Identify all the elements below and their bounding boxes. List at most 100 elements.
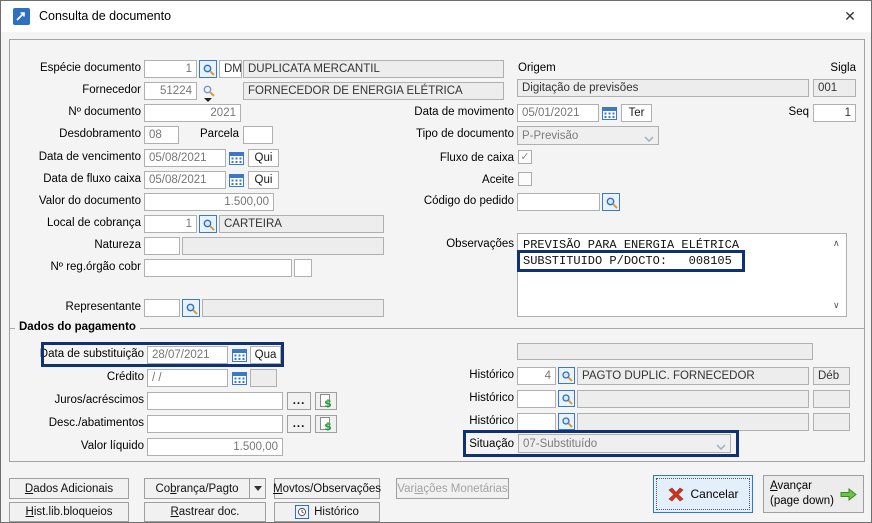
label-reg-orgao: Nº reg.órgão cobr [50,261,142,273]
fornecedor-desc-field: FORNECEDOR DE ENERGIA ELÉTRICA [243,82,504,100]
descontos-field[interactable] [147,415,283,433]
historico-1-desc-field: PAGTO DUPLIC. FORNECEDOR [577,367,809,385]
cancel-x-icon [668,487,684,501]
historico-button-label: Histórico [314,506,359,518]
avancar-line1: Avançar [770,480,812,493]
avancar-button-label: Avançar (page down) [770,479,834,509]
natureza-desc-field [182,237,384,255]
label-historico-3: Histórico [469,415,514,427]
representante-lookup-button[interactable] [182,299,200,317]
local-cobranca-lookup-button[interactable] [199,215,217,233]
descontos-more-button[interactable]: ... [287,415,311,433]
label-data-vencimento: Data de vencimento [38,151,141,163]
observacoes-scroll-down-icon[interactable]: ∨ [833,301,840,310]
data-substituicao-field[interactable]: 28/07/2021 [147,346,228,364]
label-seq: Seq [788,106,809,118]
reg-orgao-field[interactable] [144,259,292,277]
seq-field[interactable]: 1 [813,104,856,122]
codigo-pedido-lookup-button[interactable] [602,193,620,211]
label-local-cobranca: Local de cobrança [47,217,141,229]
natureza-code-field[interactable] [144,237,180,255]
data-fluxo-caixa-dow-box: Qui [248,171,279,189]
calendar-icon [231,372,247,385]
calendar-icon [228,152,244,165]
label-historico-2: Histórico [469,392,514,404]
local-cobranca-code-field[interactable]: 1 [144,215,197,233]
fluxo-de-caixa-checkbox[interactable]: ✓ [518,150,532,164]
especie-code-field[interactable]: 1 [144,60,197,78]
reg-orgao-extra-field[interactable] [294,259,312,277]
tipo-documento-value: P-Previsão [522,129,579,142]
historico-button[interactable]: Histórico [274,502,380,522]
representante-code-field[interactable] [144,299,180,317]
label-natureza: Natureza [94,239,141,251]
historico-1-code-field[interactable]: 4 [517,367,556,385]
codigo-pedido-field[interactable] [517,193,600,211]
cobranca-pagto-button[interactable]: Co b rança/Pagto [144,478,250,499]
local-cobranca-desc-field: CARTEIRA [219,215,384,233]
credito-calendar-button[interactable] [230,369,248,387]
data-vencimento-field[interactable]: 05/08/2021 [144,149,226,167]
valor-liquido-field[interactable]: 1.500,00 [147,438,283,456]
data-vencimento-calendar-button[interactable] [227,149,245,167]
label-credito: Crédito [106,371,144,383]
historico-3-tipo-field [813,413,850,431]
tipo-documento-dropdown[interactable]: P-Previsão [517,126,659,145]
situacao-value: 07-Substituído [523,437,598,450]
descontos-money-button[interactable]: $ [315,415,337,433]
data-substituicao-calendar-button[interactable] [230,346,248,364]
cobranca-pagto-dropdown-button[interactable] [249,478,266,499]
close-icon[interactable]: ✕ [837,6,863,27]
fornecedor-dropdown-arrow-icon[interactable] [204,98,212,102]
ellipsis-label: ... [292,395,306,407]
representante-desc-field [202,299,384,317]
situacao-dropdown[interactable]: 07-Substituído [518,434,731,453]
aceite-checkbox[interactable] [518,172,532,186]
historico-1-lookup-button[interactable] [558,367,575,384]
svg-text:$: $ [324,420,332,431]
historico-3-lookup-button[interactable] [558,413,575,430]
label-situacao: Situação [469,438,514,450]
search-icon [203,64,215,76]
especie-lookup-button[interactable] [199,60,217,78]
cancelar-button-label: Cancelar [690,487,739,501]
data-fluxo-caixa-field[interactable]: 05/08/2021 [144,171,226,189]
search-icon [186,303,198,315]
juros-field[interactable] [147,392,283,410]
credito-field[interactable]: / / [147,369,228,387]
label-origem: Origem [518,62,556,74]
juros-money-button[interactable]: $ [315,392,337,410]
fornecedor-lookup-button[interactable] [199,81,217,99]
juros-more-button[interactable]: ... [287,392,311,410]
search-icon [561,370,573,382]
especie-sigla-field[interactable]: DM [219,60,242,78]
sigla-field: 001 [813,79,856,97]
avancar-button[interactable]: Avançar (page down) [763,475,864,513]
observacoes-scroll-up-icon[interactable]: ∧ [833,239,840,248]
data-fluxo-caixa-calendar-button[interactable] [227,171,245,189]
label-valor-liquido: Valor líquido [80,440,144,452]
ellipsis-label: ... [292,418,306,430]
label-representante: Representante [65,301,141,313]
movtos-observacoes-button[interactable]: Movtos/Observações [273,478,381,499]
label-observacoes: Observações [446,238,514,250]
fornecedor-code-field[interactable]: 51224 [144,82,197,100]
data-vencimento-dow-box: Qui [248,149,279,167]
valor-documento-field[interactable]: 1.500,00 [144,193,274,211]
historico-3-code-field[interactable] [517,413,556,431]
data-movimento-calendar-button[interactable] [600,104,618,122]
search-icon [561,393,573,405]
historico-2-lookup-button[interactable] [558,390,575,407]
data-movimento-field[interactable]: 05/01/2021 [517,104,599,122]
dados-adicionais-button[interactable]: Dados Adicionais [9,478,129,499]
num-documento-field[interactable]: 2021 [144,104,241,122]
hist-lib-bloqueios-button[interactable]: Hist.lib.bloqueios [9,502,129,522]
app-icon [13,8,30,25]
cancelar-button[interactable]: Cancelar [653,475,753,513]
rastrear-doc-button[interactable]: Rastrear doc. [144,502,266,522]
label-tipo-documento: Tipo de documento [415,128,514,140]
history-clock-icon [295,505,310,519]
label-data-substituicao: Data de substituição [39,348,144,360]
historico-2-code-field[interactable] [517,390,556,408]
parcela-field[interactable] [243,126,273,144]
